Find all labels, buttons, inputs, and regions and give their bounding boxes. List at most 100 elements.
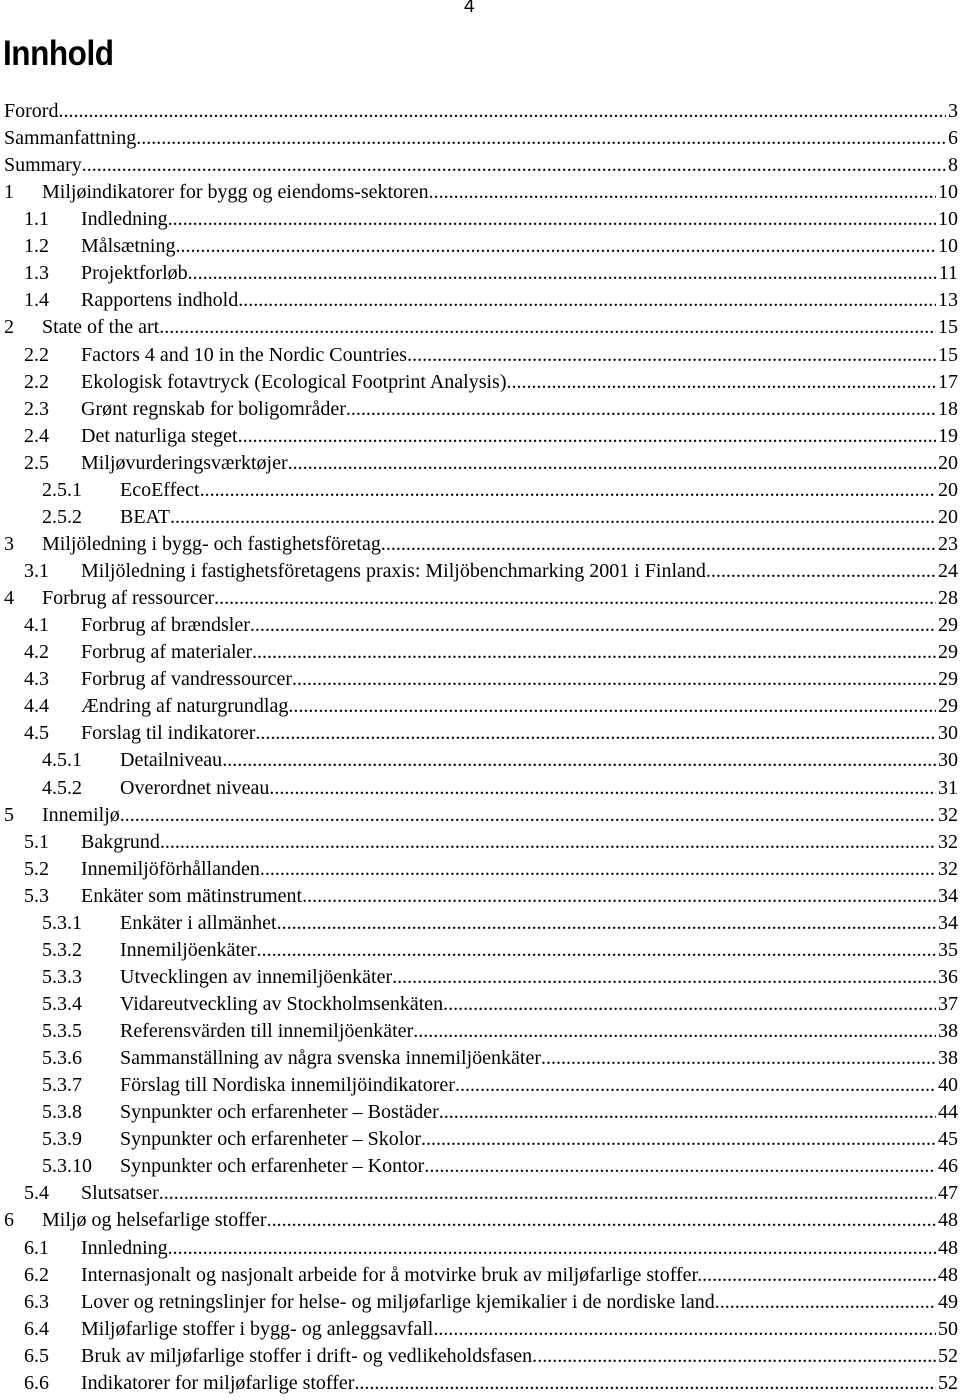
toc-entry-page: 28 (938, 587, 958, 610)
dot-leader (455, 1072, 936, 1099)
toc-entry-page: 45 (938, 1128, 958, 1151)
toc-entry-number: 6.6 (24, 1371, 49, 1394)
toc-entry[interactable]: 5.3.1 Enkäter i allmänhet 34 (0, 910, 958, 937)
toc-entry-number: 5.3.9 (42, 1128, 82, 1151)
toc-entry[interactable]: 5.3.2 Innemiljöenkäter 35 (0, 937, 958, 964)
toc-entry[interactable]: 4.1 Forbrug af brændsler 29 (0, 612, 958, 639)
toc-entry-number: 2.5 (24, 451, 49, 474)
toc-entry[interactable]: 1.3 Projektforløb 11 (0, 260, 958, 287)
toc-entry[interactable]: 4.3 Forbrug af vandressourcer 29 (0, 666, 958, 693)
toc-entry[interactable]: 5.3.8 Synpunkter och erfarenheter – Bostä… (0, 1099, 958, 1126)
toc-entry-page: 38 (938, 1020, 958, 1043)
toc-entry-page: 44 (938, 1101, 958, 1124)
toc-entry-number: 5.3.2 (42, 938, 82, 961)
toc-entry-number: 5.3 (24, 884, 49, 907)
toc-entry[interactable]: 4.4 Ændring af naturgrundlag 29 (0, 693, 958, 720)
toc-entry[interactable]: 5.3.7 Förslag till Nordiska innemiljöindi… (0, 1072, 958, 1099)
toc-entry[interactable]: 2.5 Miljøvurderingsværktøjer 20 (0, 450, 958, 477)
toc-entry-page: 32 (938, 857, 958, 880)
toc-entry[interactable]: 5.3.10 Synpunkter och erfarenheter – Kont… (0, 1153, 958, 1180)
toc-entry-number: 6.3 (24, 1290, 49, 1313)
toc-entry-number: 2.3 (24, 397, 49, 420)
toc-entry[interactable]: 6.4 Miljøfarlige stoffer i bygg- og anleg… (0, 1316, 958, 1343)
dot-leader (58, 98, 946, 125)
toc-entry-page: 15 (938, 343, 958, 366)
toc-entry[interactable]: 4.2 Forbrug af materialer 29 (0, 639, 958, 666)
toc-entry[interactable]: 2 State of the art 15 (0, 314, 958, 341)
toc-entry[interactable]: 4.5.2 Overordnet niveau 31 (0, 775, 958, 802)
toc-entry[interactable]: 6 Miljø og helsefarlige stoffer 48 (0, 1207, 958, 1234)
dot-leader (381, 531, 936, 558)
toc-entry-title: Rapportens indhold (81, 289, 239, 312)
toc-entry[interactable]: Forord 3 (0, 98, 958, 125)
toc-entry[interactable]: 1 Miljøindikatorer for bygg og eiendoms-s… (0, 179, 958, 206)
dot-leader (288, 693, 936, 720)
toc-entry-number: 5.3.3 (42, 965, 82, 988)
toc-entry-number: 5.3.10 (42, 1155, 92, 1178)
toc-entry-title: Forslag til indikatorer (81, 722, 256, 745)
toc-entry[interactable]: 5.4 Slutsatser 47 (0, 1180, 958, 1207)
toc-entry-title: Synpunkter och erfarenheter – Bostäder (120, 1101, 439, 1124)
toc-entry[interactable]: 1.1 Indledning 10 (0, 206, 958, 233)
toc-entry-page: 18 (938, 397, 958, 420)
toc-entry[interactable]: 3 Miljöledning i bygg- och fastighetsföre… (0, 531, 958, 558)
toc-entry[interactable]: 1.2 Målsætning 10 (0, 233, 958, 260)
toc-entry[interactable]: 5.1 Bakgrund 32 (0, 829, 958, 856)
toc-entry[interactable]: 3.1 Miljöledning i fastighetsföretagens p… (0, 558, 958, 585)
toc-entry[interactable]: 5.3.6 Sammanställning av några svenska in… (0, 1045, 958, 1072)
toc-entry[interactable]: 2.2 Factors 4 and 10 in the Nordic Countr… (0, 342, 958, 369)
toc-entry-number: 3.1 (24, 560, 49, 583)
toc-entry[interactable]: 5.3.3 Utvecklingen av innemiljöenkäter 36 (0, 964, 958, 991)
toc-entry[interactable]: 2.4 Det naturliga steget 19 (0, 423, 958, 450)
toc-entry-number: 5.3.6 (42, 1047, 82, 1070)
toc-entry[interactable]: 5 Innemiljø 32 (0, 802, 958, 829)
toc-entry-page: 32 (938, 830, 958, 853)
toc-entry[interactable]: 2.2 Ekologisk fotavtryck (Ecological Foot… (0, 369, 958, 396)
toc-entry-number: 2.5.1 (42, 478, 82, 501)
toc-entry-number: 4.1 (24, 614, 49, 637)
toc-entry-title: Synpunkter och erfarenheter – Kontor (120, 1155, 425, 1178)
dot-leader (159, 1180, 936, 1207)
toc-entry[interactable]: 6.2 Internasjonalt og nasjonalt arbeide f… (0, 1262, 958, 1289)
dot-leader (252, 639, 936, 666)
toc-entry-title: Detailniveau (120, 749, 223, 772)
toc-entry[interactable]: 5.3.4 Vidareutveckling av Stockholmsenkät… (0, 991, 958, 1018)
toc-entry-title: Förslag till Nordiska innemiljöindikator… (120, 1074, 455, 1097)
toc-entry[interactable]: Sammanfattning 6 (0, 125, 958, 152)
dot-leader (82, 152, 946, 179)
dot-leader (222, 747, 936, 774)
toc-entry[interactable]: 6.3 Lover og retningslinjer for helse- og… (0, 1289, 958, 1316)
toc-entry[interactable]: 2.5.2 BEAT 20 (0, 504, 958, 531)
dot-leader (443, 991, 936, 1018)
toc-entry-page: 13 (938, 289, 958, 312)
toc-entry-page: 10 (938, 208, 958, 231)
toc-entry-page: 19 (938, 424, 958, 447)
toc-entry-title: Miljöledning i fastighetsföretagens prax… (81, 560, 706, 583)
toc-entry[interactable]: Summary 8 (0, 152, 958, 179)
toc-entry[interactable]: 5.3.9 Synpunkter och erfarenheter – Skolo… (0, 1126, 958, 1153)
toc-entry[interactable]: 5.2 Innemiljöförhållanden 32 (0, 856, 958, 883)
toc-entry[interactable]: 4.5 Forslag til indikatorer 30 (0, 720, 958, 747)
toc-entry[interactable]: 5.3 Enkäter som mätinstrument 34 (0, 883, 958, 910)
dot-leader (392, 964, 936, 991)
toc-entry[interactable]: 1.4 Rapportens indhold 13 (0, 287, 958, 314)
toc-entry-number: 1.1 (24, 208, 49, 231)
dot-leader (354, 1370, 936, 1397)
dot-leader (175, 233, 936, 260)
toc-entry[interactable]: 6.6 Indikatorer for miljøfarlige stoffer 5… (0, 1370, 958, 1397)
toc-entry-page: 35 (938, 938, 958, 961)
dot-leader (346, 396, 936, 423)
toc-entry-page: 32 (938, 803, 958, 826)
toc-entry-title: Projektforløb (81, 262, 188, 285)
toc-entry[interactable]: 4.5.1 Detailniveau 30 (0, 747, 958, 774)
toc-entry[interactable]: 6.1 Innledning 48 (0, 1235, 958, 1262)
toc-entry[interactable]: 5.3.5 Referensvärden till innemiljöenkäte… (0, 1018, 958, 1045)
dot-leader (238, 423, 936, 450)
toc-entry[interactable]: 4 Forbrug af ressourcer 28 (0, 585, 958, 612)
toc-entry-title: Miljø og helsefarlige stoffer (42, 1209, 267, 1232)
toc-entry-title: Utvecklingen av innemiljöenkäter (120, 965, 393, 988)
toc-entry[interactable]: 6.5 Bruk av miljøfarlige stoffer i drift-… (0, 1343, 958, 1370)
toc-entry[interactable]: 2.3 Grønt regnskab for boligområder 18 (0, 396, 958, 423)
toc-entry[interactable]: 2.5.1 EcoEffect 20 (0, 477, 958, 504)
toc-entry-number: 1.2 (24, 235, 49, 258)
